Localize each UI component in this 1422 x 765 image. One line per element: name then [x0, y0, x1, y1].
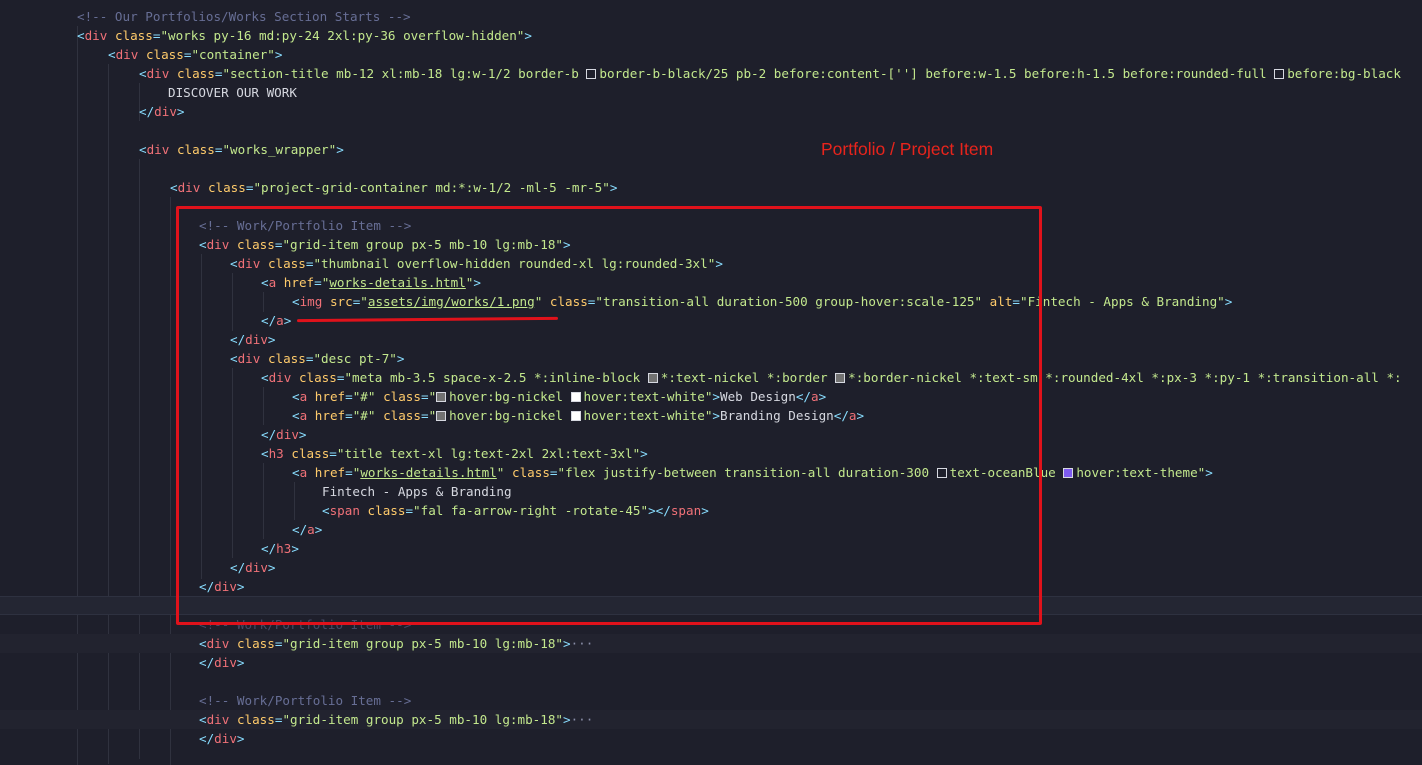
color-swatch[interactable]: [1274, 69, 1285, 79]
annotation-highlight-box: [176, 206, 1042, 625]
code-text: <div class="grid-item group px-5 mb-10 l…: [199, 712, 594, 727]
code-line[interactable]: <div class="container">: [0, 45, 1422, 64]
code-text: <div class="container">: [108, 47, 283, 62]
code-line[interactable]: <!-- Our Portfolios/Works Section Starts…: [0, 7, 1422, 26]
annotation-label: Portfolio / Project Item: [821, 139, 994, 159]
code-line[interactable]: <div class="project-grid-container md:*:…: [0, 178, 1422, 197]
code-line[interactable]: </div>: [0, 102, 1422, 121]
code-line[interactable]: <!-- Work/Portfolio Item -->: [0, 691, 1422, 710]
color-swatch[interactable]: [1063, 468, 1074, 478]
folded-code-line[interactable]: <div class="grid-item group px-5 mb-10 l…: [0, 634, 1422, 653]
code-line[interactable]: </div>: [0, 729, 1422, 748]
code-text: <div class="section-title mb-12 xl:mb-18…: [139, 66, 1401, 81]
code-line[interactable]: <div class="section-title mb-12 xl:mb-18…: [0, 64, 1422, 83]
code-text: <div class="grid-item group px-5 mb-10 l…: [199, 636, 594, 651]
code-text: </div>: [199, 731, 245, 746]
code-text: <div class="works py-16 md:py-24 2xl:py-…: [77, 28, 532, 43]
code-text: <div class="works_wrapper">: [139, 142, 344, 157]
fold-ellipsis-icon[interactable]: ···: [571, 712, 594, 727]
color-swatch[interactable]: [586, 69, 597, 79]
code-text: DISCOVER OUR WORK: [168, 85, 297, 100]
html-comment: <!-- Our Portfolios/Works Section Starts…: [77, 9, 411, 24]
code-line[interactable]: <div class="works_wrapper">: [0, 140, 1422, 159]
code-text: </div>: [199, 655, 245, 670]
folded-code-line[interactable]: <div class="grid-item group px-5 mb-10 l…: [0, 710, 1422, 729]
code-line[interactable]: <div class="works py-16 md:py-24 2xl:py-…: [0, 26, 1422, 45]
code-line[interactable]: </div>: [0, 653, 1422, 672]
fold-ellipsis-icon[interactable]: ···: [571, 636, 594, 651]
code-line[interactable]: DISCOVER OUR WORK: [0, 83, 1422, 102]
code-text: <div class="project-grid-container md:*:…: [170, 180, 618, 195]
html-comment: <!-- Work/Portfolio Item -->: [199, 693, 412, 708]
code-text: </div>: [139, 104, 185, 119]
code-editor[interactable]: <!-- Our Portfolios/Works Section Starts…: [0, 0, 1422, 765]
